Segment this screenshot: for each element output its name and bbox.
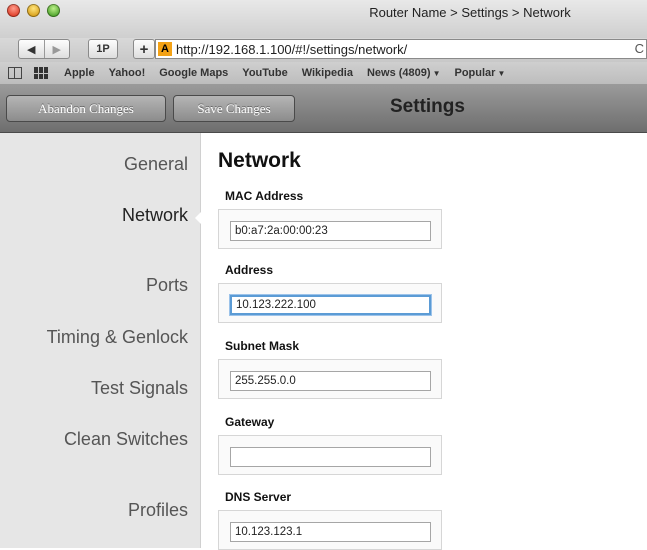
sidebar-item-clean-switches[interactable]: Clean Switches: [64, 429, 188, 450]
add-bookmark-button[interactable]: +: [133, 39, 155, 59]
sidebar-item-ports[interactable]: Ports: [146, 275, 188, 296]
section-title: Network: [218, 149, 301, 172]
save-changes-button[interactable]: Save Changes: [173, 95, 295, 122]
settings-sidebar: General Network Ports Timing & Genlock T…: [0, 133, 201, 548]
zoom-window-icon[interactable]: [47, 4, 60, 17]
selected-item-notch: [195, 212, 201, 224]
sidebar-item-general[interactable]: General: [124, 154, 188, 175]
back-arrow-icon[interactable]: ◀: [19, 43, 44, 56]
gateway-input[interactable]: [230, 447, 431, 467]
bookmark-news-label: News (4809): [366, 67, 431, 79]
subnet-mask-input[interactable]: [230, 371, 431, 391]
page-title: Settings: [390, 96, 465, 117]
bookmark-news-folder[interactable]: News (4809) ▼: [367, 67, 441, 79]
dns-server-label: DNS Server: [225, 490, 292, 504]
forward-arrow-icon[interactable]: ▶: [45, 43, 70, 56]
gateway-field: Gateway: [218, 415, 442, 475]
bookmark-popular-folder[interactable]: Popular ▼: [454, 67, 505, 79]
sidebar-item-test-signals[interactable]: Test Signals: [91, 378, 188, 399]
field-box: [218, 510, 442, 550]
dns-server-input[interactable]: [230, 522, 431, 542]
chevron-down-icon: ▼: [432, 69, 441, 78]
url-text[interactable]: http://192.168.1.100/#!/settings/network…: [176, 42, 407, 57]
top-sites-grid-icon[interactable]: [34, 67, 48, 79]
address-field: Address: [218, 263, 442, 323]
sidebar-item-profiles[interactable]: Profiles: [128, 500, 188, 521]
subnet-mask-field: Subnet Mask: [218, 339, 442, 399]
bookmark-yahoo[interactable]: Yahoo!: [109, 67, 146, 79]
address-input[interactable]: [230, 295, 431, 315]
reading-list-icon[interactable]: [8, 67, 22, 79]
bookmark-wikipedia[interactable]: Wikipedia: [302, 67, 353, 79]
gateway-label: Gateway: [225, 415, 275, 429]
dns-server-field: DNS Server: [218, 490, 442, 550]
site-favicon-icon: A: [158, 42, 172, 56]
abandon-changes-button[interactable]: Abandon Changes: [6, 95, 166, 122]
reload-icon[interactable]: C: [635, 41, 644, 56]
mac-address-input[interactable]: [230, 221, 431, 241]
minimize-window-icon[interactable]: [27, 4, 40, 17]
app-toolbar: Abandon Changes Save Changes Settings: [0, 85, 647, 133]
mac-address-label: MAC Address: [225, 189, 304, 203]
field-box: [218, 359, 442, 399]
window-title: Router Name > Settings > Network: [369, 5, 571, 20]
network-settings-panel: Network MAC Address Address Subnet Mask …: [202, 133, 647, 550]
address-label: Address: [225, 263, 274, 277]
window-titlebar: Router Name > Settings > Network: [0, 0, 647, 38]
bookmark-google-maps[interactable]: Google Maps: [159, 67, 228, 79]
chevron-down-icon: ▼: [497, 69, 506, 78]
sidebar-item-network[interactable]: Network: [122, 205, 188, 226]
mac-address-field: MAC Address: [218, 189, 442, 249]
field-box: [218, 209, 442, 249]
field-box: [218, 435, 442, 475]
one-password-button[interactable]: 1P: [88, 39, 118, 59]
bookmark-youtube[interactable]: YouTube: [242, 67, 287, 79]
subnet-mask-label: Subnet Mask: [225, 339, 300, 353]
bookmark-popular-label: Popular: [454, 67, 496, 79]
close-window-icon[interactable]: [7, 4, 20, 17]
bookmarks-bar: Apple Yahoo! Google Maps YouTube Wikiped…: [0, 62, 647, 85]
address-bar[interactable]: A http://192.168.1.100/#!/settings/netwo…: [155, 39, 647, 59]
back-forward-control: ◀ ▶: [18, 39, 70, 59]
browser-navbar: ◀ ▶ 1P + A http://192.168.1.100/#!/setti…: [0, 38, 647, 62]
field-box: [218, 283, 442, 323]
bookmark-apple[interactable]: Apple: [64, 67, 95, 79]
sidebar-item-timing-genlock[interactable]: Timing & Genlock: [47, 327, 188, 348]
